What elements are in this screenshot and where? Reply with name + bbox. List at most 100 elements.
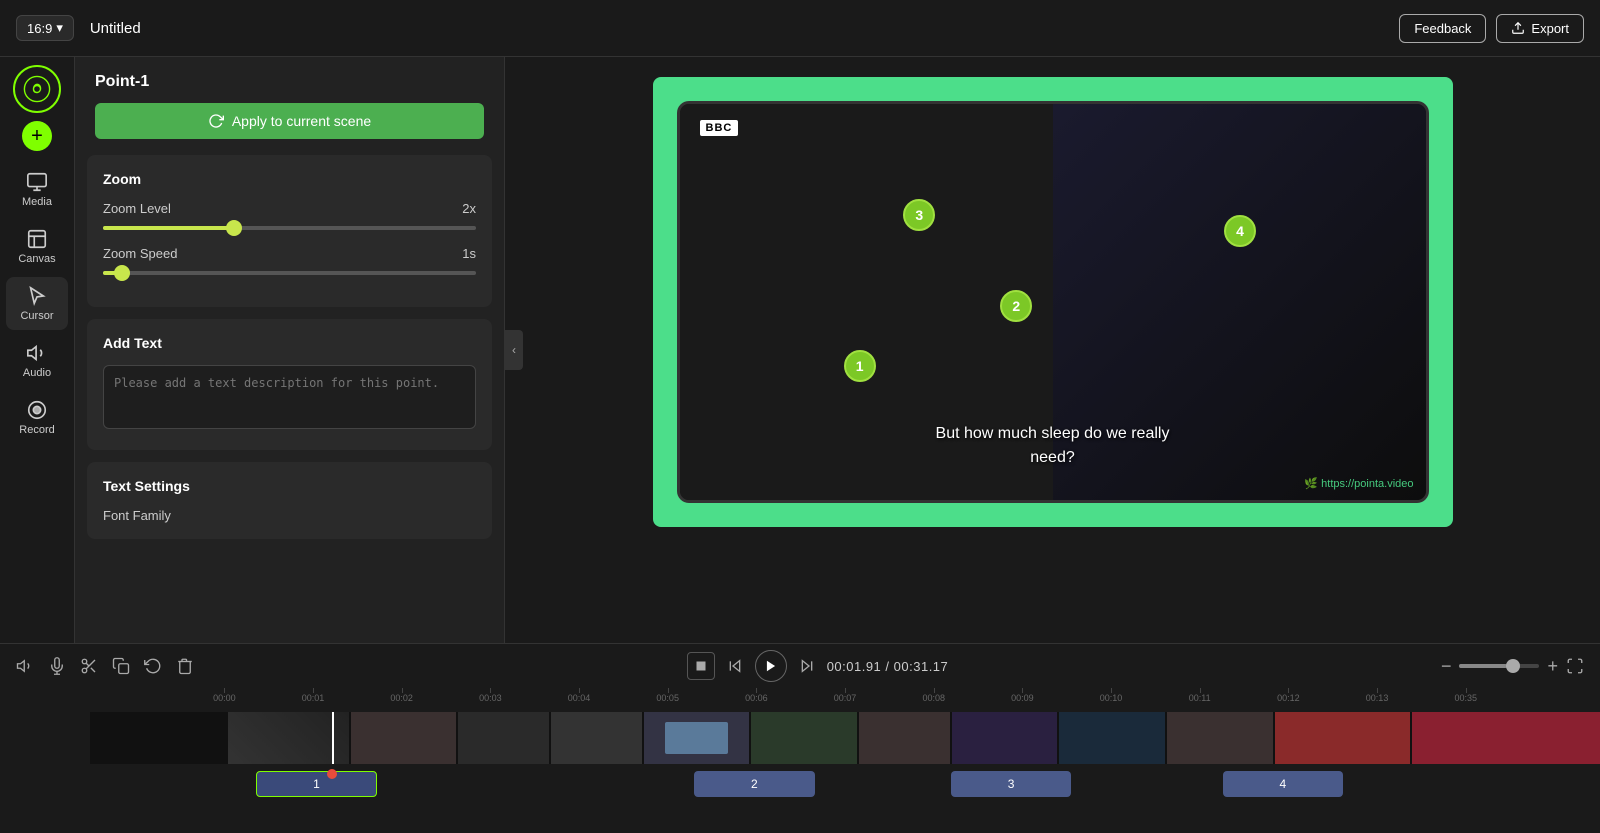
next-icon	[799, 658, 815, 674]
point-marker-1-label: 1	[856, 358, 864, 374]
point-3-label: 3	[1008, 777, 1015, 791]
thumb-seg-4	[551, 712, 642, 764]
point-marker-4[interactable]: 4	[1224, 215, 1256, 247]
point-4-label: 4	[1280, 777, 1287, 791]
thumb-seg-1	[228, 712, 349, 764]
video-track	[90, 712, 1600, 764]
delete-icon[interactable]	[176, 657, 194, 675]
zoom-speed-value: 1s	[462, 246, 476, 261]
aspect-ratio-selector[interactable]: 16:9 ▾	[16, 15, 74, 41]
point-2-segment[interactable]: 2	[694, 771, 815, 797]
timeline-right-controls: − +	[1441, 656, 1584, 677]
header-right: Feedback Export	[1399, 14, 1584, 43]
sidebar-item-record[interactable]: Record	[6, 391, 68, 444]
volume-icon[interactable]	[16, 657, 34, 675]
apply-to-scene-button[interactable]: Apply to current scene	[95, 103, 484, 139]
point-marker-1[interactable]: 1	[844, 350, 876, 382]
text-settings-section: Text Settings Font Family	[87, 462, 492, 539]
thumb-seg-11	[1275, 712, 1411, 764]
sidebar-item-cursor[interactable]: Cursor	[6, 277, 68, 330]
sidebar-item-media[interactable]: Media	[6, 163, 68, 216]
point-1-label: 1	[313, 777, 320, 791]
point-2-label: 2	[751, 777, 758, 791]
cut-icon[interactable]	[80, 657, 98, 675]
next-button[interactable]	[795, 654, 819, 678]
bbc-logo: BBC	[700, 120, 739, 136]
collapse-panel-button[interactable]: ‹	[505, 330, 523, 370]
ruler-mark-3: 00:03	[446, 693, 535, 703]
add-button[interactable]: +	[22, 121, 52, 151]
brand-icon	[23, 75, 51, 103]
zoom-speed-thumb[interactable]	[114, 265, 130, 281]
canvas-area: ‹ BBC 1 2 3 4	[505, 57, 1600, 643]
points-track-row: 1 2 3 4	[0, 768, 1600, 804]
export-icon	[1511, 21, 1525, 35]
prev-button[interactable]	[723, 654, 747, 678]
ruler-mark-12: 00:12	[1244, 693, 1333, 703]
zoom-level-track	[103, 226, 476, 230]
brand-logo	[13, 65, 61, 113]
ruler-mark-13: 00:13	[1333, 693, 1422, 703]
thumb-seg-6	[751, 712, 857, 764]
point-3-segment[interactable]: 3	[951, 771, 1072, 797]
zoom-section: Zoom Zoom Level 2x Zoom Speed 1s	[87, 155, 492, 307]
export-label: Export	[1531, 21, 1569, 36]
thumb-seg-8	[952, 712, 1058, 764]
zoom-level-thumb[interactable]	[226, 220, 242, 236]
play-icon	[764, 659, 778, 673]
header-left: 16:9 ▾ Untitled	[16, 15, 141, 41]
playhead-line	[332, 712, 334, 764]
undo-icon[interactable]	[144, 657, 162, 675]
zoom-thumb[interactable]	[1506, 659, 1520, 673]
thumb-seg-2	[351, 712, 457, 764]
point-1-segment[interactable]: 1	[256, 771, 377, 797]
ruler-mark-2: 00:02	[357, 693, 446, 703]
sidebar-item-canvas[interactable]: Canvas	[6, 220, 68, 273]
copy-icon[interactable]	[112, 657, 130, 675]
subtitle-text: But how much sleep do we really need?	[680, 422, 1426, 470]
aspect-ratio-chevron: ▾	[56, 20, 63, 36]
audio-icon	[26, 342, 48, 364]
point-marker-4-label: 4	[1236, 223, 1244, 239]
ruler-mark-1: 00:01	[269, 693, 358, 703]
zoom-out-button[interactable]: −	[1441, 656, 1452, 677]
add-text-title: Add Text	[103, 335, 476, 351]
pointa-watermark: 🌿 https://pointa.video	[1304, 477, 1413, 490]
subtitle-line-2: need?	[1030, 449, 1075, 466]
refresh-icon	[208, 113, 224, 129]
play-button[interactable]	[755, 650, 787, 682]
panel-title: Point-1	[75, 57, 504, 103]
aspect-ratio-label: 16:9	[27, 21, 52, 36]
thumb-seg-3	[458, 712, 549, 764]
ruler-mark-7: 00:07	[801, 693, 890, 703]
thumb-seg-9	[1059, 712, 1165, 764]
timeline-area: 00:01.91 / 00:31.17 − + 00:00 00:01 00:0…	[0, 643, 1600, 833]
main-layout: + Media Canvas Cursor	[0, 57, 1600, 643]
zoom-in-button[interactable]: +	[1547, 656, 1558, 677]
ruler-mark-8: 00:08	[889, 693, 978, 703]
zoom-speed-label: Zoom Speed	[103, 246, 177, 261]
stop-button[interactable]	[687, 652, 715, 680]
point-4-segment[interactable]: 4	[1223, 771, 1344, 797]
text-description-input[interactable]	[103, 365, 476, 429]
text-description-wrapper	[103, 365, 476, 434]
sidebar-item-cursor-label: Cursor	[20, 310, 53, 322]
thumb-black-1	[90, 712, 226, 764]
feedback-button[interactable]: Feedback	[1399, 14, 1486, 43]
video-track-row	[0, 712, 1600, 764]
ruler-marks: 00:00 00:01 00:02 00:03 00:04 00:05 00:0…	[180, 693, 1510, 703]
sidebar-item-audio[interactable]: Audio	[6, 334, 68, 387]
fit-view-icon[interactable]	[1566, 657, 1584, 675]
sidebar-item-media-label: Media	[22, 196, 52, 208]
export-button[interactable]: Export	[1496, 14, 1584, 43]
record-icon	[26, 399, 48, 421]
project-title[interactable]: Untitled	[90, 20, 141, 37]
add-text-section: Add Text	[87, 319, 492, 450]
microphone-icon[interactable]	[48, 657, 66, 675]
video-preview-container: BBC 1 2 3 4 But how much sleep do we rea…	[653, 77, 1453, 527]
thumb-seg-5	[644, 712, 750, 764]
media-icon	[26, 171, 48, 193]
subtitle-line-1: But how much sleep do we really	[936, 425, 1170, 442]
video-screen: BBC 1 2 3 4 But how much sleep do we rea…	[677, 101, 1429, 503]
zoom-fill	[1459, 664, 1507, 668]
